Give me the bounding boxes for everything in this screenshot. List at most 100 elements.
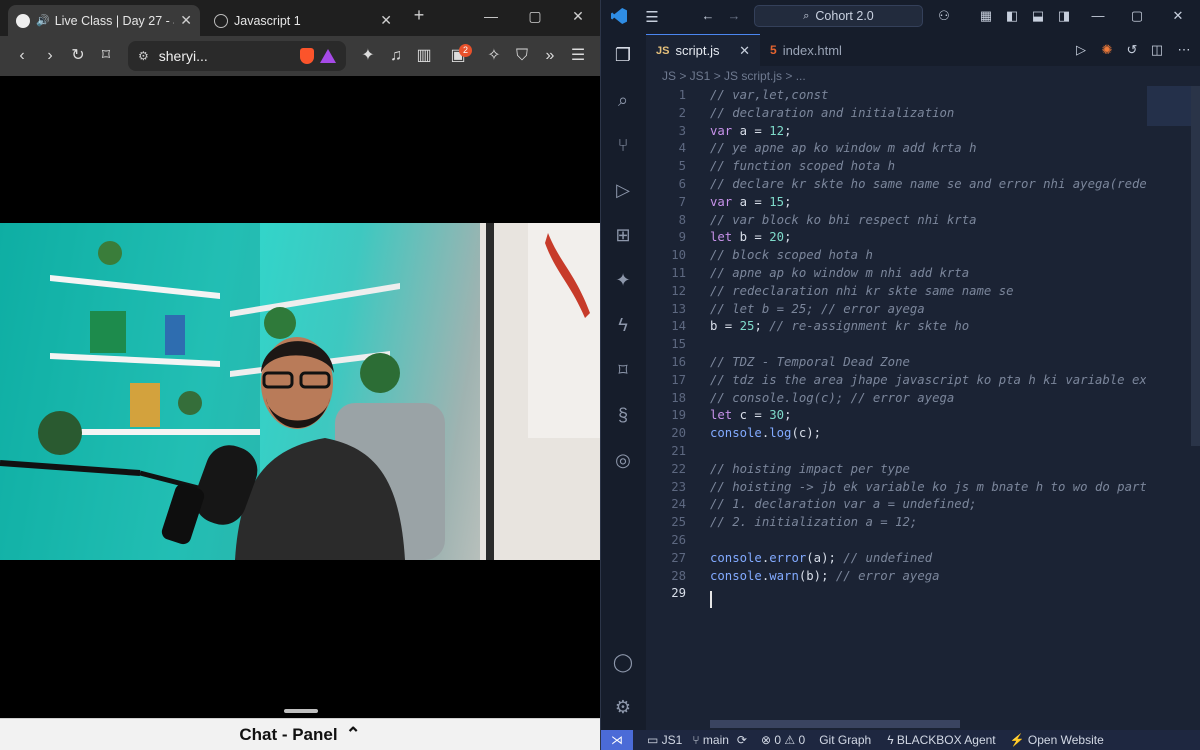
- vpn-shield-icon[interactable]: ⛉: [512, 46, 532, 66]
- code-line[interactable]: 28 console.warn(b); // error ayega: [646, 567, 1146, 585]
- settings-gear-icon[interactable]: ⚙: [612, 696, 634, 718]
- problems-status[interactable]: ⊗ 0 ⚠ 0: [761, 733, 805, 747]
- code-line[interactable]: 4 // ye apne ap ko window m add krta h: [646, 139, 1146, 157]
- code-line[interactable]: 6 // declare kr skte ho same name se and …: [646, 175, 1146, 193]
- nav-back-icon[interactable]: ←: [699, 8, 717, 23]
- lightning-icon[interactable]: ϟ: [612, 314, 634, 336]
- more-actions-icon[interactable]: ⋯: [1176, 42, 1192, 58]
- code-line[interactable]: 11 // apne ap ko window m nhi add krta: [646, 264, 1146, 282]
- maximize-icon[interactable]: ▢: [1128, 8, 1146, 24]
- menu-icon[interactable]: ☰: [643, 8, 661, 26]
- extensions-icon[interactable]: ✦: [358, 46, 378, 66]
- code-line[interactable]: 22 // hoisting impact per type: [646, 460, 1146, 478]
- blackbox-icon[interactable]: ◎: [612, 449, 634, 471]
- speaker-icon[interactable]: 🔊: [36, 14, 50, 27]
- close-icon[interactable]: ✕: [739, 43, 750, 59]
- extensions-icon[interactable]: ⊞: [612, 224, 634, 246]
- git-graph-status[interactable]: Git Graph: [819, 733, 871, 747]
- code-editor[interactable]: 1 // var,let,const 2 // declaration and ini…: [646, 86, 1146, 716]
- code-line[interactable]: 21: [646, 442, 1146, 460]
- sync-icon[interactable]: ⟳: [737, 733, 747, 747]
- sidebar-icon[interactable]: ▥: [414, 46, 434, 66]
- code-line[interactable]: 7 var a = 15;: [646, 193, 1146, 211]
- back-icon[interactable]: ‹: [12, 46, 32, 66]
- code-line[interactable]: 1 // var,let,const: [646, 86, 1146, 104]
- close-window-icon[interactable]: ✕: [568, 8, 588, 25]
- close-icon[interactable]: ✕: [180, 12, 192, 29]
- close-icon[interactable]: ✕: [380, 12, 392, 29]
- code-line[interactable]: 13 // let b = 25; // error ayega: [646, 300, 1146, 318]
- code-line[interactable]: 9 let b = 20;: [646, 228, 1146, 246]
- toggle-panel-icon[interactable]: ⬓: [1029, 8, 1047, 24]
- code-line[interactable]: 15: [646, 335, 1146, 353]
- code-line[interactable]: 29: [646, 584, 1146, 602]
- python-icon[interactable]: §: [612, 404, 634, 426]
- explorer-icon[interactable]: ❐: [612, 44, 634, 66]
- code-line[interactable]: 17 // tdz is the area jhape javascript ko…: [646, 371, 1146, 389]
- open-website-status[interactable]: ⚡ Open Website: [1010, 733, 1104, 747]
- leo-ai-icon[interactable]: ✧: [484, 46, 504, 66]
- browser-tab-live-class[interactable]: 🔊 Live Class | Day 27 - Ja ✕: [8, 5, 200, 36]
- code-line[interactable]: 24 // 1. declaration var a = undefined;: [646, 495, 1146, 513]
- close-window-icon[interactable]: ✕: [1169, 8, 1187, 24]
- new-tab-button[interactable]: +: [409, 5, 429, 26]
- menu-icon[interactable]: ☰: [568, 46, 588, 66]
- chat-panel-toggle[interactable]: Chat - Panel ⌃: [0, 718, 600, 750]
- minimize-icon[interactable]: —: [1089, 8, 1107, 23]
- nav-forward-icon[interactable]: →: [725, 8, 743, 23]
- run-debug-icon[interactable]: ▷: [612, 179, 634, 201]
- copilot-icon[interactable]: ⚇: [935, 8, 953, 24]
- breadcrumb[interactable]: JS > JS1 > JS script.js > ...: [646, 66, 1200, 86]
- video-player-area[interactable]: [0, 76, 600, 718]
- command-center-search[interactable]: ⌕ Cohort 2.0: [754, 5, 923, 27]
- bookmark-icon[interactable]: ⌑: [612, 359, 634, 381]
- code-line[interactable]: 14 b = 25; // re-assignment kr skte ho: [646, 317, 1146, 335]
- live-server-icon[interactable]: ✺: [1099, 42, 1115, 58]
- code-line[interactable]: 16 // TDZ - Temporal Dead Zone: [646, 353, 1146, 371]
- forward-icon[interactable]: ›: [40, 46, 60, 66]
- tab-script-js[interactable]: JS script.js ✕: [646, 34, 760, 66]
- code-line[interactable]: 10 // block scoped hota h: [646, 246, 1146, 264]
- split-editor-icon[interactable]: ◫: [1149, 42, 1165, 58]
- code-line[interactable]: 12 // redeclaration nhi kr skte same name…: [646, 282, 1146, 300]
- brave-shield-icon[interactable]: [300, 48, 314, 64]
- code-line[interactable]: 8 // var block ko bhi respect nhi krta: [646, 211, 1146, 229]
- site-settings-icon[interactable]: ⚙: [138, 49, 149, 63]
- toggle-sidebar-icon[interactable]: ◧: [1003, 8, 1021, 24]
- account-icon[interactable]: ◯: [612, 651, 634, 673]
- reload-icon[interactable]: ↻: [68, 46, 88, 66]
- code-line[interactable]: 26: [646, 531, 1146, 549]
- code-line[interactable]: 3 var a = 12;: [646, 122, 1146, 140]
- horizontal-scrollbar[interactable]: [710, 720, 960, 728]
- code-line[interactable]: 27 console.error(a); // undefined: [646, 549, 1146, 567]
- layout-icon[interactable]: ▦: [977, 8, 995, 24]
- blackbox-status[interactable]: ϟ BLACKBOX Agent: [887, 733, 995, 747]
- overflow-icon[interactable]: »: [540, 46, 560, 66]
- tab-index-html[interactable]: 5 index.html: [760, 34, 870, 66]
- bookmark-icon[interactable]: ⌑: [96, 46, 116, 66]
- remote-icon[interactable]: ⋊: [601, 730, 633, 750]
- branch-status[interactable]: ⑂ main: [692, 733, 729, 747]
- maximize-icon[interactable]: ▢: [525, 8, 545, 25]
- source-control-icon[interactable]: ⑂: [612, 134, 634, 156]
- address-bar[interactable]: ⚙ sheryi...: [128, 41, 346, 71]
- code-line[interactable]: 20 console.log(c);: [646, 424, 1146, 442]
- code-line[interactable]: 19 let c = 30;: [646, 406, 1146, 424]
- media-icon[interactable]: ♫: [386, 46, 406, 66]
- resize-handle[interactable]: [284, 709, 318, 713]
- timeline-icon[interactable]: ↺: [1124, 42, 1140, 58]
- code-line[interactable]: 18 // console.log(c); // error ayega: [646, 389, 1146, 407]
- live-class-video[interactable]: [0, 223, 600, 560]
- code-line[interactable]: 23 // hoisting -> jb ek variable ko js m …: [646, 478, 1146, 496]
- folder-status[interactable]: ▭ JS1: [647, 733, 682, 747]
- browser-tab-javascript[interactable]: Javascript 1 ✕: [206, 5, 400, 36]
- code-line[interactable]: 25 // 2. initialization a = 12;: [646, 513, 1146, 531]
- toggle-secondary-sidebar-icon[interactable]: ◨: [1055, 8, 1073, 24]
- minimize-icon[interactable]: —: [481, 8, 501, 24]
- run-code-icon[interactable]: ▷: [1073, 42, 1089, 58]
- brave-rewards-icon[interactable]: [320, 49, 336, 63]
- copilot-chat-icon[interactable]: ✦: [612, 269, 634, 291]
- search-icon[interactable]: ⌕: [612, 89, 634, 111]
- code-line[interactable]: 2 // declaration and initialization: [646, 104, 1146, 122]
- vertical-scrollbar[interactable]: [1191, 86, 1200, 446]
